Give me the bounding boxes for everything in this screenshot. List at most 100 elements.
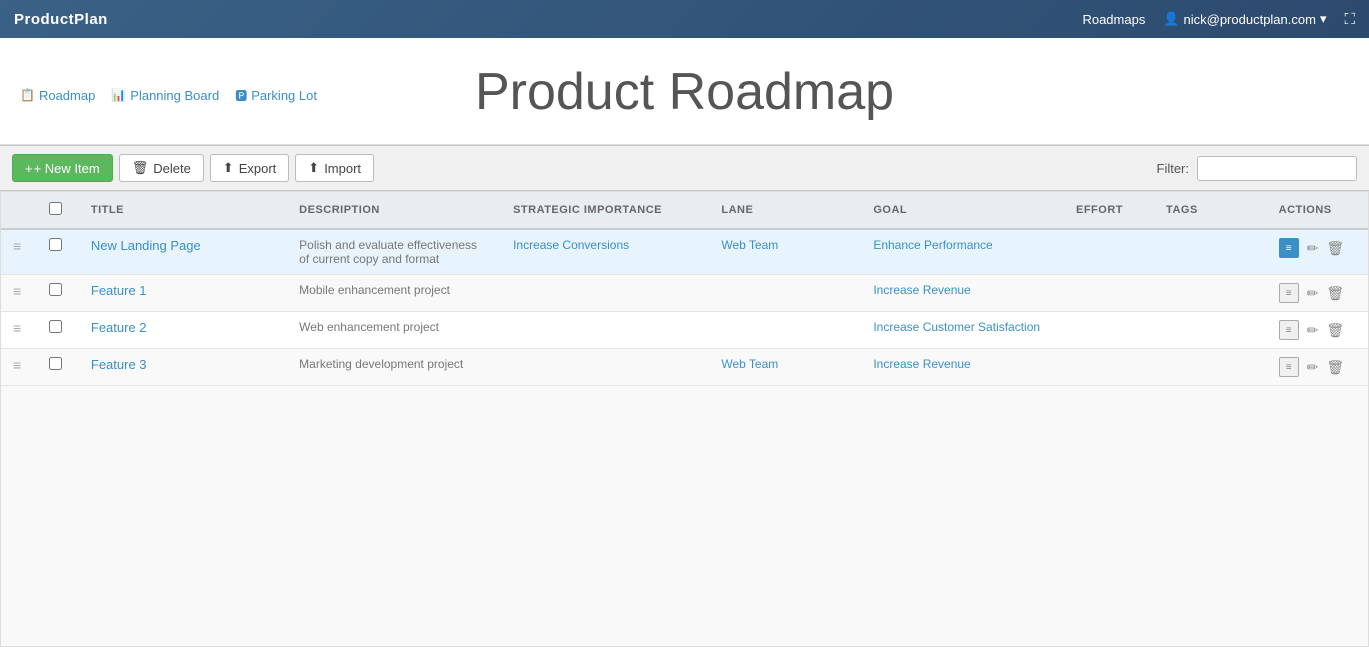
row-actions-cell: ≡ ✏ 🗑 bbox=[1267, 275, 1368, 312]
import-icon: ⬆ bbox=[308, 160, 319, 176]
row-effort bbox=[1064, 229, 1154, 275]
header-description: DESCRIPTION bbox=[287, 192, 501, 229]
row-lane[interactable] bbox=[709, 275, 861, 312]
user-menu[interactable]: 👤 nick@productplan.com ▾ bbox=[1163, 11, 1326, 27]
detail-icon[interactable]: ≡ bbox=[1279, 238, 1299, 258]
detail-icon[interactable]: ≡ bbox=[1279, 320, 1299, 340]
delete-row-icon[interactable]: 🗑 bbox=[1326, 285, 1344, 302]
row-goal[interactable]: Increase Revenue bbox=[861, 275, 1064, 312]
header-goal: GOAL bbox=[861, 192, 1064, 229]
row-checkbox-cell bbox=[37, 349, 79, 386]
user-dropdown-icon: ▾ bbox=[1320, 11, 1327, 27]
drag-handle-cell: ≡ bbox=[1, 349, 37, 386]
delete-row-icon[interactable]: 🗑 bbox=[1326, 322, 1344, 339]
planning-board-icon: 📊 bbox=[111, 88, 126, 102]
planning-board-link[interactable]: 📊 Planning Board bbox=[111, 88, 219, 103]
top-nav-right: Roadmaps 👤 nick@productplan.com ▾ ⛶ bbox=[1082, 11, 1355, 28]
row-checkbox-cell bbox=[37, 275, 79, 312]
row-checkbox[interactable] bbox=[49, 283, 62, 296]
row-title[interactable]: New Landing Page bbox=[79, 229, 287, 275]
header-effort: EFFORT bbox=[1064, 192, 1154, 229]
table-row: ≡ New Landing Page Polish and evaluate e… bbox=[1, 229, 1368, 275]
row-title[interactable]: Feature 3 bbox=[79, 349, 287, 386]
header-actions: ACTIONS bbox=[1267, 192, 1368, 229]
row-checkbox[interactable] bbox=[49, 238, 62, 251]
row-lane[interactable]: Web Team bbox=[709, 349, 861, 386]
export-icon: ⬆ bbox=[223, 160, 234, 176]
user-email: nick@productplan.com bbox=[1184, 12, 1316, 27]
row-effort bbox=[1064, 312, 1154, 349]
row-title[interactable]: Feature 2 bbox=[79, 312, 287, 349]
parking-lot-icon: 🅿 bbox=[235, 87, 247, 104]
delete-row-icon[interactable]: 🗑 bbox=[1326, 359, 1344, 376]
expand-icon[interactable]: ⛶ bbox=[1344, 11, 1355, 28]
toolbar-right: Filter: bbox=[1157, 156, 1358, 181]
import-button[interactable]: ⬆ Import bbox=[295, 154, 374, 182]
row-tags bbox=[1154, 312, 1267, 349]
detail-icon[interactable]: ≡ bbox=[1279, 283, 1299, 303]
row-strategic-importance[interactable] bbox=[501, 275, 709, 312]
row-strategic-importance[interactable] bbox=[501, 349, 709, 386]
plus-icon: + bbox=[25, 161, 33, 176]
delete-button[interactable]: 🗑 Delete bbox=[119, 154, 204, 182]
drag-handle-cell: ≡ bbox=[1, 275, 37, 312]
roadmaps-link[interactable]: Roadmaps bbox=[1082, 12, 1145, 27]
filter-label: Filter: bbox=[1157, 161, 1190, 176]
sub-navigation: 📋 Roadmap 📊 Planning Board 🅿 Parking Lot… bbox=[0, 38, 1369, 145]
sub-nav-links: 📋 Roadmap 📊 Planning Board 🅿 Parking Lot bbox=[20, 87, 317, 104]
row-lane[interactable] bbox=[709, 312, 861, 349]
row-effort bbox=[1064, 275, 1154, 312]
roadmap-link[interactable]: 📋 Roadmap bbox=[20, 88, 95, 103]
edit-icon[interactable]: ✏ bbox=[1307, 359, 1319, 376]
row-title[interactable]: Feature 1 bbox=[79, 275, 287, 312]
drag-handle-cell: ≡ bbox=[1, 229, 37, 275]
row-checkbox-cell bbox=[37, 312, 79, 349]
row-strategic-importance[interactable]: Increase Conversions bbox=[501, 229, 709, 275]
row-actions-cell: ≡ ✏ 🗑 bbox=[1267, 229, 1368, 275]
row-checkbox[interactable] bbox=[49, 320, 62, 333]
planning-table: TITLE DESCRIPTION STRATEGIC IMPORTANCE L… bbox=[0, 191, 1369, 647]
filter-input[interactable] bbox=[1197, 156, 1357, 181]
drag-handle-icon[interactable]: ≡ bbox=[13, 238, 21, 254]
top-navigation: ProductPlan Roadmaps 👤 nick@productplan.… bbox=[0, 0, 1369, 38]
table-row: ≡ Feature 1 Mobile enhancement project I… bbox=[1, 275, 1368, 312]
new-item-button[interactable]: + + New Item bbox=[12, 154, 113, 182]
row-description: Web enhancement project bbox=[287, 312, 501, 349]
row-description: Marketing development project bbox=[287, 349, 501, 386]
drag-handle-icon[interactable]: ≡ bbox=[13, 357, 21, 373]
brand-logo[interactable]: ProductPlan bbox=[14, 11, 108, 28]
page-title: Product Roadmap bbox=[475, 54, 894, 136]
delete-row-icon[interactable]: 🗑 bbox=[1326, 240, 1344, 257]
select-all-checkbox[interactable] bbox=[49, 202, 62, 215]
row-goal[interactable]: Increase Customer Satisfaction bbox=[861, 312, 1064, 349]
table-row: ≡ Feature 3 Marketing development projec… bbox=[1, 349, 1368, 386]
row-goal[interactable]: Enhance Performance bbox=[861, 229, 1064, 275]
detail-icon[interactable]: ≡ bbox=[1279, 357, 1299, 377]
drag-handle-icon[interactable]: ≡ bbox=[13, 283, 21, 299]
toolbar: + + New Item 🗑 Delete ⬆ Export ⬆ Import … bbox=[0, 145, 1369, 191]
row-actions-cell: ≡ ✏ 🗑 bbox=[1267, 349, 1368, 386]
roadmap-icon: 📋 bbox=[20, 88, 35, 102]
empty-table-area bbox=[1, 386, 1368, 646]
header-lane: LANE bbox=[709, 192, 861, 229]
row-goal[interactable]: Increase Revenue bbox=[861, 349, 1064, 386]
user-icon: 👤 bbox=[1163, 11, 1179, 27]
export-button[interactable]: ⬆ Export bbox=[210, 154, 289, 182]
row-description: Polish and evaluate effectiveness of cur… bbox=[287, 229, 501, 275]
row-tags bbox=[1154, 349, 1267, 386]
row-checkbox[interactable] bbox=[49, 357, 62, 370]
row-actions-cell: ≡ ✏ 🗑 bbox=[1267, 312, 1368, 349]
row-tags bbox=[1154, 229, 1267, 275]
header-drag bbox=[1, 192, 37, 229]
drag-handle-icon[interactable]: ≡ bbox=[13, 320, 21, 336]
parking-lot-link[interactable]: 🅿 Parking Lot bbox=[235, 87, 317, 104]
toolbar-left: + + New Item 🗑 Delete ⬆ Export ⬆ Import bbox=[12, 154, 374, 182]
row-effort bbox=[1064, 349, 1154, 386]
table-header-row: TITLE DESCRIPTION STRATEGIC IMPORTANCE L… bbox=[1, 192, 1368, 229]
edit-icon[interactable]: ✏ bbox=[1307, 240, 1319, 257]
edit-icon[interactable]: ✏ bbox=[1307, 285, 1319, 302]
edit-icon[interactable]: ✏ bbox=[1307, 322, 1319, 339]
row-strategic-importance[interactable] bbox=[501, 312, 709, 349]
row-tags bbox=[1154, 275, 1267, 312]
row-lane[interactable]: Web Team bbox=[709, 229, 861, 275]
